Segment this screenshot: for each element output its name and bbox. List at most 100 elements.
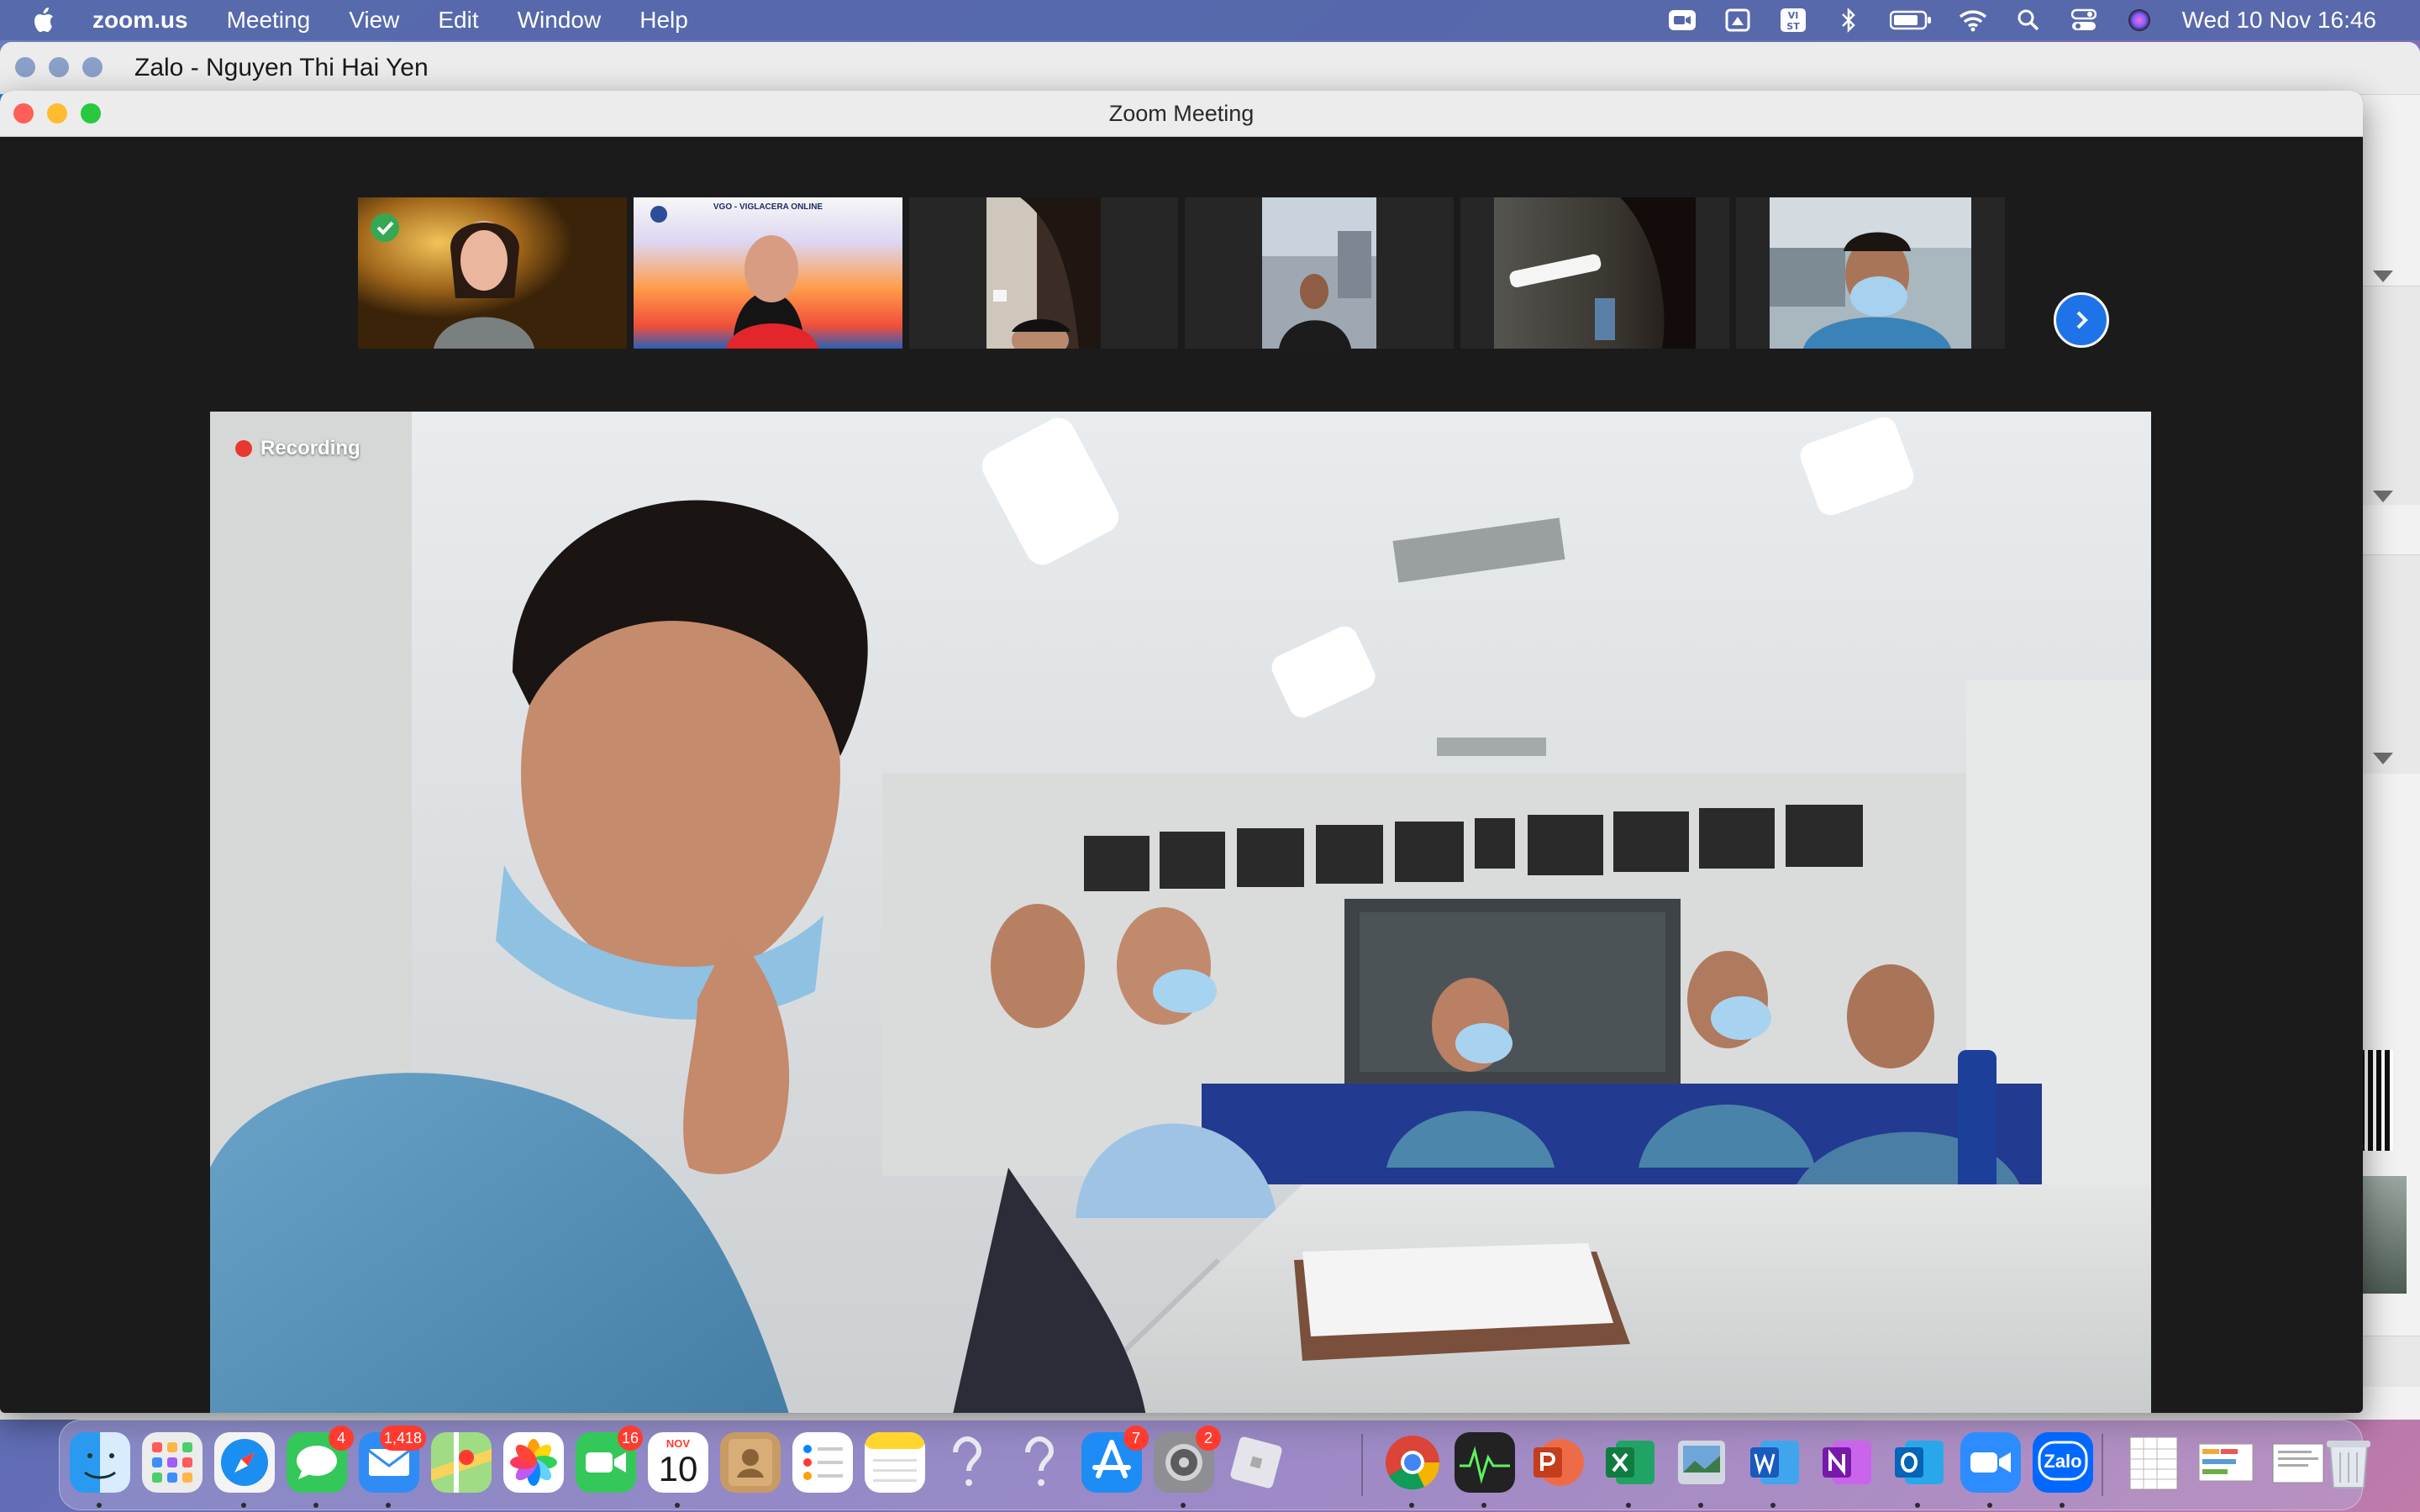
siri-icon[interactable] — [2125, 8, 2154, 33]
dock-zoom[interactable] — [1960, 1432, 2021, 1508]
dock-powerpoint[interactable] — [1527, 1432, 1587, 1493]
next-page-button[interactable] — [2054, 292, 2109, 348]
dock-reminders[interactable] — [792, 1432, 853, 1493]
running-indicator — [1409, 1503, 1414, 1508]
dock-word[interactable] — [1744, 1432, 1804, 1508]
zalo-window-controls — [15, 57, 103, 77]
dock-recent-document[interactable] — [2196, 1432, 2256, 1493]
zalo-close-button[interactable] — [15, 57, 35, 77]
active-speaker-video[interactable]: Recording — [210, 412, 2151, 1413]
running-indicator — [241, 1503, 246, 1508]
dock-unknown-app[interactable] — [937, 1432, 997, 1493]
safari-icon — [214, 1432, 275, 1493]
participant-tile[interactable] — [1185, 197, 1454, 349]
participant-tile[interactable] — [1736, 197, 2005, 349]
input-source-icon[interactable]: VI ST — [1779, 8, 1807, 33]
screen-share-icon[interactable] — [1723, 8, 1752, 33]
chevron-down-icon[interactable] — [2373, 270, 2393, 282]
running-indicator — [2060, 1503, 2065, 1508]
participant-tile[interactable] — [1460, 197, 1729, 349]
notes-icon — [865, 1432, 925, 1493]
spreadsheet-document-icon — [2129, 1436, 2178, 1490]
dock: 4 1,418 16 NOV 10 7 2 Zalo — [59, 1420, 2370, 1510]
participant-tile[interactable] — [358, 197, 627, 349]
dock-mail[interactable]: 1,418 — [359, 1425, 426, 1508]
control-center-icon[interactable] — [2070, 8, 2098, 33]
dock-chrome[interactable] — [1382, 1432, 1443, 1508]
zalo-panel-section — [2353, 1336, 2420, 1387]
zoom-video-icon[interactable] — [1668, 8, 1697, 33]
zalo-minimize-button[interactable] — [49, 57, 69, 77]
contacts-icon — [720, 1432, 781, 1493]
running-indicator — [1698, 1503, 1703, 1508]
dock-maps[interactable] — [431, 1432, 492, 1493]
menu-help[interactable]: Help — [639, 7, 688, 34]
chevron-down-icon[interactable] — [2373, 491, 2393, 502]
running-indicator — [97, 1503, 102, 1508]
system-preferences-badge: 2 — [1196, 1425, 1221, 1451]
dock-app-store[interactable]: 7 — [1081, 1425, 1149, 1493]
chevron-down-icon[interactable] — [2373, 753, 2393, 764]
spotlight-search-icon[interactable] — [2014, 8, 2043, 33]
menu-window[interactable]: Window — [518, 7, 602, 34]
zoom-meeting-window: Zoom Meeting VGO - VIGLACERA ONLINE Reco… — [0, 91, 2363, 1413]
zalo-right-panel — [2353, 270, 2420, 1453]
running-indicator — [1987, 1503, 1992, 1508]
zalo-title-bar: Zalo - Nguyen Thi Hai Yen — [0, 42, 2420, 95]
menu-clock[interactable]: Wed 10 Nov 16:46 — [2182, 7, 2376, 34]
dock-excel[interactable] — [1599, 1432, 1660, 1508]
dock-activity-monitor[interactable] — [1455, 1432, 1515, 1508]
bluetooth-icon[interactable] — [1834, 8, 1863, 33]
timetable-document-icon — [2198, 1443, 2254, 1482]
dock-safari[interactable] — [214, 1432, 275, 1508]
dock-separator — [1361, 1434, 1363, 1496]
zalo-media-thumbnail[interactable] — [2356, 1176, 2407, 1294]
dock-calendar[interactable]: NOV 10 — [648, 1432, 708, 1508]
dock-unknown-app[interactable] — [1009, 1432, 1070, 1493]
dock-messages[interactable]: 4 — [287, 1425, 354, 1508]
finder-icon — [70, 1432, 130, 1493]
powerpoint-icon — [1534, 1439, 1584, 1486]
menu-view[interactable]: View — [349, 7, 399, 34]
dock-zalo[interactable]: Zalo — [2033, 1432, 2093, 1508]
dock-facetime[interactable]: 16 — [576, 1425, 643, 1493]
zalo-zoom-button[interactable] — [82, 57, 103, 77]
battery-icon[interactable] — [1889, 8, 1932, 33]
dock-notes[interactable] — [865, 1432, 925, 1493]
participant-banner-text: VGO - VIGLACERA ONLINE — [713, 202, 823, 212]
zalo-panel-section — [2353, 286, 2420, 505]
qr-code-icon[interactable] — [2360, 1050, 2393, 1151]
participant-tile[interactable] — [909, 197, 1178, 349]
svg-text:ST: ST — [1786, 21, 1800, 32]
excel-icon — [1606, 1441, 1655, 1484]
dock-system-preferences[interactable]: 2 — [1154, 1425, 1221, 1508]
question-mark-icon — [953, 1436, 982, 1486]
dock-contacts[interactable] — [720, 1432, 781, 1493]
messages-badge: 4 — [329, 1425, 354, 1451]
running-indicator — [313, 1503, 318, 1508]
calendar-day: 10 — [658, 1449, 698, 1488]
dock-recent-document[interactable] — [2123, 1432, 2184, 1493]
dock-onenote[interactable] — [1816, 1432, 1876, 1493]
dock-finder[interactable] — [70, 1432, 130, 1508]
status-tray: VI ST Wed 10 Nov 16:46 — [1641, 0, 2376, 40]
facetime-badge: 16 — [617, 1425, 643, 1451]
recording-label: Recording — [260, 437, 360, 459]
participant-tile[interactable]: VGO - VIGLACERA ONLINE — [634, 197, 902, 349]
apple-icon[interactable] — [34, 7, 57, 34]
zalo-window-title: Zalo - Nguyen Thi Hai Yen — [134, 54, 429, 81]
roblox-icon — [1230, 1436, 1282, 1488]
menu-edit[interactable]: Edit — [438, 7, 478, 34]
recording-indicator: Recording — [235, 437, 360, 460]
dock-outlook[interactable] — [1888, 1432, 1949, 1508]
zalo-icon-label: Zalo — [2044, 1451, 2082, 1472]
wifi-icon[interactable] — [1959, 8, 1987, 33]
zalo-panel-section — [2353, 554, 2420, 774]
dock-preview[interactable] — [1671, 1432, 1732, 1508]
menu-meeting[interactable]: Meeting — [227, 7, 311, 34]
dock-photos[interactable] — [503, 1432, 564, 1493]
menu-app-name[interactable]: zoom.us — [92, 7, 188, 34]
dock-launchpad[interactable] — [142, 1432, 203, 1493]
mail-badge: 1,418 — [379, 1425, 426, 1451]
dock-roblox[interactable] — [1226, 1432, 1286, 1493]
